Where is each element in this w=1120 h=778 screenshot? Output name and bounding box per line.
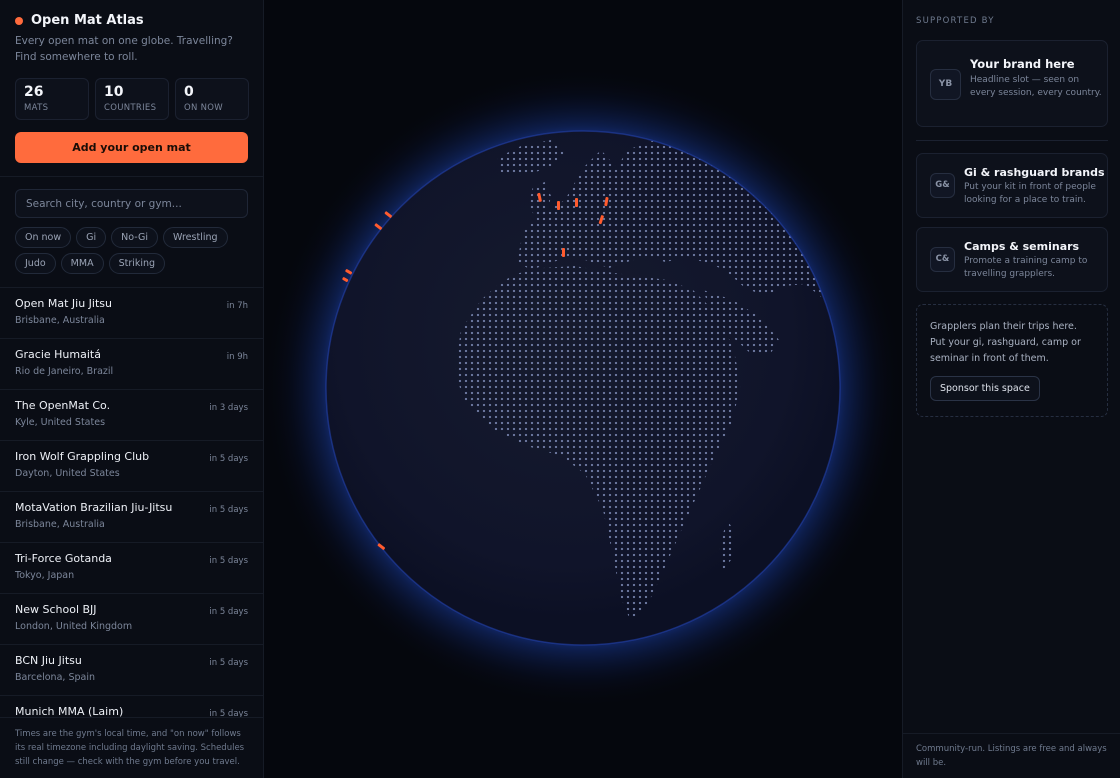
stat-mats: 26 MATS bbox=[15, 78, 89, 120]
sponsor-title: Camps & seminars bbox=[964, 240, 1080, 253]
mat-marker[interactable] bbox=[557, 201, 560, 210]
stat-value: 26 bbox=[24, 84, 44, 100]
footnote: Times are the gym's local time, and "on … bbox=[0, 717, 263, 778]
stat-value: 10 bbox=[104, 84, 124, 100]
filter-chip-striking[interactable]: Striking bbox=[108, 253, 166, 274]
mat-location: Dayton, United States bbox=[15, 468, 120, 479]
list-item[interactable]: Iron Wolf Grappling Club Dayton, United … bbox=[0, 441, 263, 492]
globe-stage[interactable] bbox=[265, 0, 902, 778]
sponsor-desc: Put your kit in front of people looking … bbox=[964, 182, 1096, 205]
mat-location: Tokyo, Japan bbox=[15, 570, 75, 581]
mat-time: in 5 days bbox=[209, 556, 248, 566]
list-item[interactable]: The OpenMat Co. Kyle, United States in 3… bbox=[0, 390, 263, 441]
mat-list: Open Mat Jiu Jitsu Brisbane, Australia i… bbox=[0, 288, 263, 747]
list-item[interactable]: New School BJJ London, United Kingdom in… bbox=[0, 594, 263, 645]
filter-chip-on-now[interactable]: On now bbox=[15, 227, 72, 248]
mat-time: in 3 days bbox=[209, 403, 248, 413]
search-input[interactable] bbox=[15, 189, 248, 218]
community-note: Community-run. Listings are free and alw… bbox=[903, 733, 1120, 778]
brand-dot-icon bbox=[15, 16, 23, 25]
sponsor-desc: Promote a training camp to travelling gr… bbox=[964, 256, 1088, 279]
mat-time: in 5 days bbox=[209, 454, 248, 464]
mat-time: in 5 days bbox=[209, 658, 248, 668]
list-item[interactable]: Gracie Humaitá Rio de Janeiro, Brazil in… bbox=[0, 339, 263, 390]
mat-name: Gracie Humaitá bbox=[15, 348, 101, 361]
app-title: Open Mat Atlas bbox=[31, 13, 144, 28]
divider bbox=[0, 176, 263, 177]
sponsor-badge: C& bbox=[930, 247, 955, 272]
divider bbox=[916, 140, 1108, 141]
stat-label: MATS bbox=[24, 103, 49, 113]
app-root: Open Mat Atlas Every open mat on one glo… bbox=[0, 0, 1120, 778]
mat-location: Brisbane, Australia bbox=[15, 315, 105, 326]
mat-marker[interactable] bbox=[562, 248, 565, 257]
stat-countries: 10 COUNTRIES bbox=[95, 78, 169, 120]
mat-location: Brisbane, Australia bbox=[15, 519, 105, 530]
sponsor-this-space-button[interactable]: Sponsor this space bbox=[930, 376, 1040, 401]
mat-time: in 5 days bbox=[209, 505, 248, 515]
list-item[interactable]: Tri-Force Gotanda Tokyo, Japan in 5 days bbox=[0, 543, 263, 594]
list-item[interactable]: BCN Jiu Jitsu Barcelona, Spain in 5 days bbox=[0, 645, 263, 696]
mat-marker[interactable] bbox=[575, 198, 578, 207]
sponsor-title: Your brand here bbox=[970, 57, 1075, 71]
sponsor-badge: YB bbox=[930, 69, 961, 100]
filter-chip-judo[interactable]: Judo bbox=[15, 253, 56, 274]
sponsor-title: Gi & rashguard brands bbox=[964, 166, 1105, 179]
supported-by-heading: SUPPORTED BY bbox=[916, 16, 995, 26]
mat-location: Kyle, United States bbox=[15, 417, 106, 428]
filter-chip-no-gi[interactable]: No-Gi bbox=[111, 227, 159, 248]
headline-sponsor-card[interactable]: YB Your brand here Headline slot — seen … bbox=[916, 40, 1108, 127]
sponsor-desc: Headline slot — seen on every session, e… bbox=[970, 75, 1102, 98]
filter-chip-wrestling[interactable]: Wrestling bbox=[163, 227, 228, 248]
mat-time: in 5 days bbox=[209, 607, 248, 617]
sponsor-badge: G& bbox=[930, 173, 955, 198]
mat-name: Open Mat Jiu Jitsu bbox=[15, 297, 113, 310]
stat-on-now: 0 ON NOW bbox=[175, 78, 249, 120]
tagline: Every open mat on one globe. Travelling?… bbox=[15, 35, 233, 63]
sponsor-card-camps[interactable]: C& Camps & seminars Promote a training c… bbox=[916, 227, 1108, 292]
sponsor-pitch: Grapplers plan their trips here. Put you… bbox=[916, 304, 1108, 417]
stat-label: COUNTRIES bbox=[104, 103, 157, 113]
sponsor-card-gi-brands[interactable]: G& Gi & rashguard brands Put your kit in… bbox=[916, 153, 1108, 218]
stat-label: ON NOW bbox=[184, 103, 224, 113]
mat-location: Barcelona, Spain bbox=[15, 672, 95, 683]
filter-chip-gi[interactable]: Gi bbox=[76, 227, 107, 248]
list-item[interactable]: Open Mat Jiu Jitsu Brisbane, Australia i… bbox=[0, 288, 263, 339]
sidebar: Open Mat Atlas Every open mat on one glo… bbox=[0, 0, 264, 778]
stat-value: 0 bbox=[184, 84, 194, 100]
add-open-mat-button[interactable]: Add your open mat bbox=[15, 132, 248, 163]
globe[interactable] bbox=[265, 0, 902, 778]
list-item[interactable]: MotaVation Brazilian Jiu-Jitsu Brisbane,… bbox=[0, 492, 263, 543]
mat-location: London, United Kingdom bbox=[15, 621, 133, 632]
mat-time: in 7h bbox=[226, 301, 248, 311]
mat-location: Rio de Janeiro, Brazil bbox=[15, 366, 114, 377]
mat-time: in 9h bbox=[226, 352, 248, 362]
filter-chip-mma[interactable]: MMA bbox=[60, 253, 104, 274]
brand: Open Mat Atlas bbox=[15, 13, 144, 28]
sponsor-panel: SUPPORTED BY YB Your brand here Headline… bbox=[902, 0, 1120, 778]
filter-chips: On now Gi No-Gi Wrestling Judo MMA Strik… bbox=[15, 227, 255, 274]
stats-row: 26 MATS 10 COUNTRIES 0 ON NOW bbox=[15, 78, 249, 120]
pitch-text: Grapplers plan their trips here. Put you… bbox=[930, 321, 1081, 364]
